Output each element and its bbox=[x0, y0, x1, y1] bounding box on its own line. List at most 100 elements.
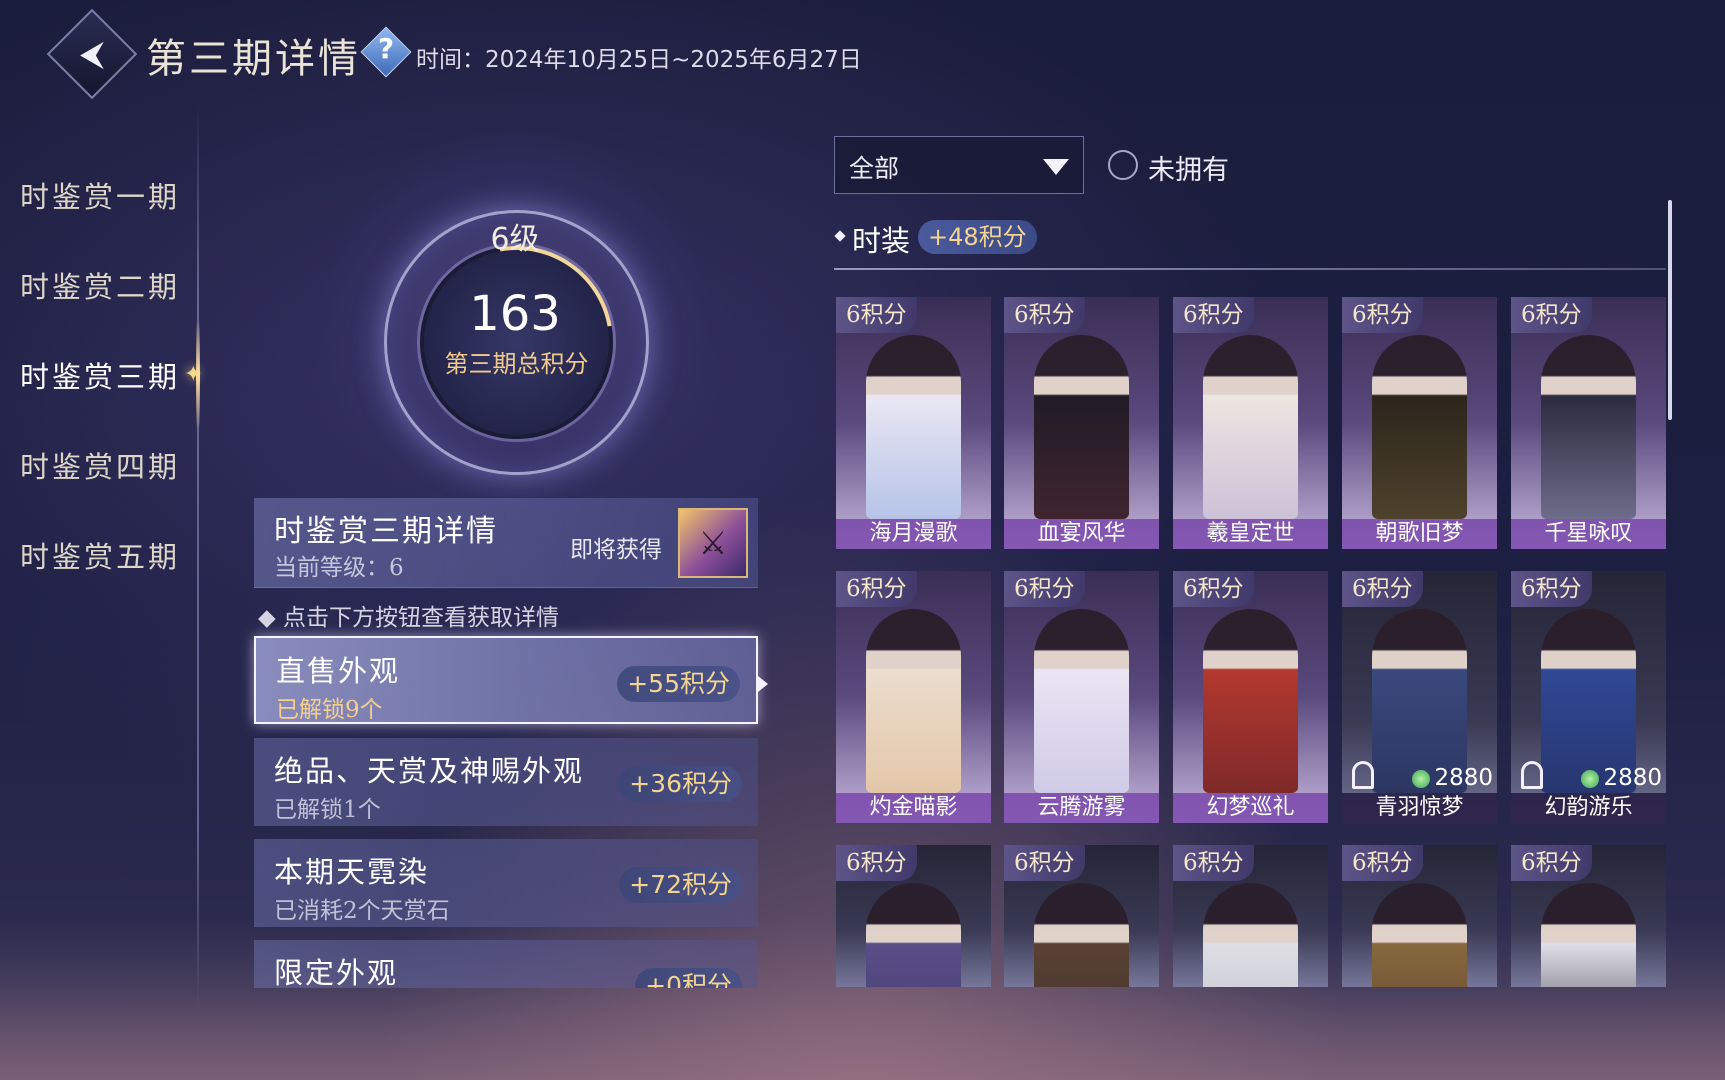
card-points-badge: 6积分 bbox=[1004, 571, 1085, 607]
current-level: 当前等级：6 bbox=[274, 555, 404, 581]
section-bullet-icon bbox=[834, 230, 846, 242]
card-name: 灼金喵影 bbox=[836, 793, 991, 823]
outfit-figure bbox=[1203, 609, 1298, 793]
outfit-figure bbox=[866, 609, 961, 793]
outfit-card[interactable]: 6积分 云腾游雾 bbox=[1004, 571, 1159, 823]
card-points-badge: 6积分 bbox=[1004, 845, 1085, 881]
outfit-figure bbox=[1034, 609, 1129, 793]
dropdown-value: 全部 bbox=[849, 154, 900, 183]
card-name: 千星咏叹 bbox=[1511, 519, 1666, 549]
category-subtitle: 已解锁1个 bbox=[274, 797, 381, 823]
card-name: 羲皇定世 bbox=[1173, 519, 1328, 549]
nav-item-period-4[interactable]: 时鉴赏四期 bbox=[20, 442, 190, 492]
card-points-badge: 6积分 bbox=[1511, 571, 1592, 607]
card-points-badge: 6积分 bbox=[836, 571, 917, 607]
card-points-badge: 6积分 bbox=[1342, 571, 1423, 607]
card-price: 2880 bbox=[1581, 765, 1662, 791]
page-title: 第三期详情 bbox=[146, 36, 361, 82]
outfit-figure bbox=[1034, 883, 1129, 987]
card-points-badge: 6积分 bbox=[1173, 845, 1254, 881]
card-points-badge: 6积分 bbox=[1173, 297, 1254, 333]
outfit-card[interactable]: 6积分 bbox=[1342, 845, 1497, 987]
period-time: 时间：2024年10月25日~2025年6月27日 bbox=[416, 47, 862, 73]
selected-arrow-icon bbox=[758, 676, 768, 692]
hint-label: 点击下方按钮查看获取详情 bbox=[283, 605, 559, 631]
category-title: 绝品、天赏及神赐外观 bbox=[274, 754, 585, 788]
card-points-badge: 6积分 bbox=[1511, 297, 1592, 333]
outfit-card[interactable]: 6积分 bbox=[1004, 845, 1159, 987]
section-divider bbox=[834, 268, 1666, 270]
category-points-badge: +72积分 bbox=[619, 867, 742, 903]
card-name: 朝歌旧梦 bbox=[1342, 519, 1497, 549]
nav-item-period-5[interactable]: 时鉴赏五期 bbox=[20, 532, 190, 582]
not-owned-label[interactable]: 未拥有 bbox=[1148, 148, 1229, 187]
lock-icon bbox=[1521, 761, 1543, 789]
upcoming-reward-label: 即将获得 bbox=[570, 537, 662, 563]
category-dye[interactable]: 本期天霓染 已消耗2个天赏石 +72积分 bbox=[254, 839, 758, 927]
category-direct-sale[interactable]: 直售外观 已解锁9个 +55积分 bbox=[254, 636, 758, 724]
outfit-figure bbox=[1372, 883, 1467, 987]
card-points-badge: 6积分 bbox=[1173, 571, 1254, 607]
card-points-badge: 6积分 bbox=[1004, 297, 1085, 333]
not-owned-radio[interactable] bbox=[1108, 150, 1138, 180]
jade-currency-icon bbox=[1412, 769, 1431, 788]
category-title: 限定外观 bbox=[274, 956, 399, 988]
card-name: 海月漫歌 bbox=[836, 519, 991, 549]
jade-currency-icon bbox=[1581, 769, 1600, 788]
outfit-card[interactable]: 6积分 朝歌旧梦 bbox=[1342, 297, 1497, 549]
card-name: 云腾游雾 bbox=[1004, 793, 1159, 823]
price-value: 2880 bbox=[1434, 765, 1493, 791]
category-limited[interactable]: 限定外观 +0积分 bbox=[254, 940, 758, 988]
back-arrow-icon: ⮜ bbox=[79, 34, 105, 74]
card-name: 血宴风华 bbox=[1004, 519, 1159, 549]
outfit-card[interactable]: 6积分 bbox=[1511, 845, 1666, 987]
nav-item-period-1[interactable]: 时鉴赏一期 bbox=[20, 172, 190, 222]
question-icon: ? bbox=[377, 32, 395, 65]
nav-divider bbox=[197, 105, 199, 1010]
outfit-figure bbox=[866, 883, 961, 987]
nav-item-period-3[interactable]: 时鉴赏三期 bbox=[20, 352, 190, 402]
card-price: 2880 bbox=[1412, 765, 1493, 791]
card-points-badge: 6积分 bbox=[1342, 297, 1423, 333]
outfit-card[interactable]: 6积分 海月漫歌 bbox=[836, 297, 991, 549]
outfit-card[interactable]: 6积分 血宴风华 bbox=[1004, 297, 1159, 549]
outfit-card[interactable]: 6积分 bbox=[1173, 845, 1328, 987]
section-title: 时装 bbox=[852, 224, 911, 258]
category-title: 本期天霓染 bbox=[274, 855, 430, 889]
scrollbar-thumb[interactable] bbox=[1668, 200, 1672, 420]
category-points-badge: +36积分 bbox=[619, 766, 742, 802]
nav-item-period-2[interactable]: 时鉴赏二期 bbox=[20, 262, 190, 312]
outfit-card[interactable]: 6积分 bbox=[836, 845, 991, 987]
category-points-badge: +55积分 bbox=[617, 666, 740, 702]
card-name: 青羽惊梦 bbox=[1342, 793, 1497, 823]
outfit-figure bbox=[1203, 883, 1298, 987]
outfit-figure bbox=[866, 335, 961, 519]
filter-dropdown[interactable]: 全部 bbox=[834, 136, 1084, 194]
chevron-down-icon bbox=[1043, 159, 1069, 175]
category-premium[interactable]: 绝品、天赏及神赐外观 已解锁1个 +36积分 bbox=[254, 738, 758, 826]
outfit-figure bbox=[1203, 335, 1298, 519]
outfit-card[interactable]: 6积分 千星咏叹 bbox=[1511, 297, 1666, 549]
active-marker-icon: ✦ bbox=[184, 362, 203, 387]
outfit-card[interactable]: 6积分 2880 青羽惊梦 bbox=[1342, 571, 1497, 823]
outfit-card[interactable]: 6积分 2880 幻韵游乐 bbox=[1511, 571, 1666, 823]
bottom-fade bbox=[0, 985, 1725, 1080]
reward-item-icon[interactable]: ⚔ bbox=[678, 508, 748, 578]
outfit-figure bbox=[1541, 335, 1636, 519]
card-points-badge: 6积分 bbox=[1342, 845, 1423, 881]
outfit-card[interactable]: 6积分 幻梦巡礼 bbox=[1173, 571, 1328, 823]
card-points-badge: 6积分 bbox=[836, 845, 917, 881]
outfit-figure bbox=[1034, 335, 1129, 519]
card-name: 幻韵游乐 bbox=[1511, 793, 1666, 823]
total-score-label: 第三期总积分 bbox=[444, 350, 589, 378]
outfit-figure bbox=[1372, 335, 1467, 519]
outfit-card[interactable]: 6积分 灼金喵影 bbox=[836, 571, 991, 823]
category-title: 直售外观 bbox=[276, 654, 401, 688]
card-name: 幻梦巡礼 bbox=[1173, 793, 1328, 823]
total-score: 163 bbox=[469, 286, 561, 342]
outfit-card[interactable]: 6积分 羲皇定世 bbox=[1173, 297, 1328, 549]
category-subtitle: 已消耗2个天赏石 bbox=[274, 898, 450, 924]
hint-text: ◆ 点击下方按钮查看获取详情 bbox=[258, 605, 559, 631]
lock-icon bbox=[1352, 761, 1374, 789]
section-points-badge: +48积分 bbox=[918, 220, 1037, 254]
